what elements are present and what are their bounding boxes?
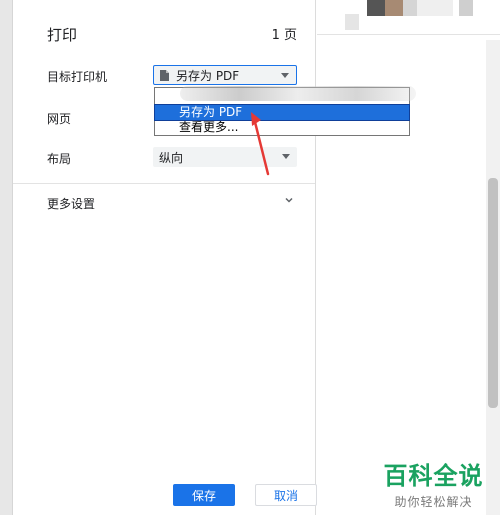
pages-label: 网页 [47,112,72,126]
print-title: 打印 [47,26,78,44]
layout-label: 布局 [47,152,72,166]
more-settings-toggle[interactable]: 更多设置 [47,195,95,212]
printer-select[interactable]: 另存为 PDF [153,65,297,85]
section-divider [13,183,315,184]
save-button[interactable]: 保存 [173,484,235,506]
blurred-redaction [180,86,416,101]
cancel-button[interactable]: 取消 [255,484,317,506]
dropdown-option-save-pdf[interactable]: 另存为 PDF [154,104,410,121]
dropdown-caret-icon [282,154,290,159]
layout-value: 纵向 [159,150,184,165]
watermark-subtitle: 助你轻松解决 [394,495,473,509]
scrollbar-thumb[interactable] [488,178,498,408]
dropdown-option-see-more[interactable]: 查看更多... [155,120,409,135]
document-icon [160,69,169,81]
red-arrow-annotation [251,112,270,176]
preview-thumbnail-strip [317,0,500,40]
layout-select[interactable]: 纵向 [153,147,297,167]
printer-value: 另存为 PDF [176,68,240,83]
page-count: 1 页 [271,28,297,43]
background-strip [0,0,12,515]
watermark: 百科全说 助你轻松解决 [376,456,491,510]
printer-label: 目标打印机 [47,70,108,84]
print-settings-panel: 打印 1 页 目标打印机 另存为 PDF 网页 布局 纵向 更多设置 保存 取消 [13,0,317,515]
dropdown-caret-icon [281,73,289,78]
watermark-title: 百科全说 [383,462,484,490]
chevron-down-icon[interactable] [283,194,295,206]
